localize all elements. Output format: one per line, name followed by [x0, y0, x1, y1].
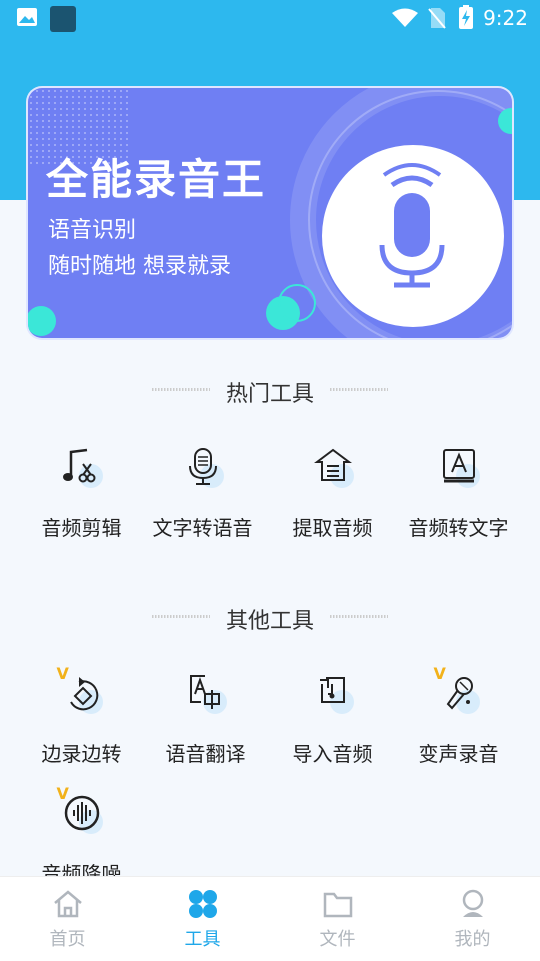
import-audio-icon: [319, 677, 345, 703]
record-convert-icon: [69, 677, 98, 711]
section-divider: [330, 615, 388, 618]
nav-profile[interactable]: 我的: [405, 877, 540, 961]
section-divider: [330, 388, 388, 391]
wifi-icon: [392, 8, 418, 27]
voice-change-icon: [446, 677, 473, 710]
tool-label: 提取音频: [292, 516, 373, 540]
banner-decoration: [28, 306, 56, 336]
microphone-icon: [379, 163, 445, 288]
nav-label: 首页: [49, 929, 86, 950]
text-a-icon: [442, 449, 475, 483]
banner-decoration: [278, 284, 316, 322]
tool-label: 音频转文字: [408, 516, 509, 540]
tool-voice-change[interactable]: V 变声录音: [391, 664, 526, 767]
tool-noise-reduction[interactable]: V 音频降噪: [14, 784, 149, 887]
tool-label: 音频剪辑: [41, 516, 122, 540]
banner-title: 全能录音王: [46, 155, 267, 204]
nav-label: 工具: [184, 929, 221, 950]
tools-grid-icon: [188, 890, 217, 918]
tool-record-convert[interactable]: V 边录边转: [14, 664, 149, 767]
extract-audio-icon: [313, 448, 352, 481]
tool-voice-translate[interactable]: 语音翻译: [138, 666, 273, 767]
folder-icon: [323, 892, 352, 918]
battery-charging-icon: [459, 5, 473, 29]
tool-text-to-speech[interactable]: 文字转语音: [135, 440, 270, 541]
nav-home[interactable]: 首页: [0, 877, 135, 961]
noise-reduction-icon: [64, 795, 99, 831]
status-bar: 9:22: [0, 0, 540, 36]
tool-extract-audio[interactable]: 提取音频: [265, 440, 400, 541]
banner-subtitle: 语音识别: [48, 218, 137, 243]
nav-label: 我的: [454, 929, 491, 950]
promo-banner[interactable]: 全能录音王 语音识别 随时随地 想录就录: [28, 88, 512, 338]
tool-label: 导入音频: [292, 742, 373, 766]
tool-label: 边录边转: [41, 742, 122, 766]
section-title-other: 其他工具: [225, 609, 314, 634]
home-icon: [53, 890, 82, 918]
banner-tagline: 随时随地 想录就录: [48, 254, 231, 279]
image-icon: [17, 8, 37, 26]
music-scissors-icon: [62, 448, 95, 483]
microphone-icon: [188, 448, 217, 485]
translate-icon: [189, 675, 220, 709]
tool-label: 变声录音: [418, 742, 499, 766]
nav-label: 文件: [319, 929, 356, 950]
profile-icon: [462, 889, 483, 917]
tool-label: 文字转语音: [152, 516, 253, 540]
banner-mic-circle: [322, 145, 504, 327]
app-icon: [50, 6, 76, 32]
bottom-nav: 首页 工具 文件 我的: [0, 876, 540, 961]
banner-pager: [254, 328, 286, 338]
tool-label: 语音翻译: [165, 742, 246, 766]
tool-audio-to-text[interactable]: 音频转文字: [391, 440, 526, 541]
section-title-hot: 热门工具: [225, 382, 314, 407]
nav-files[interactable]: 文件: [270, 877, 405, 961]
nav-tools[interactable]: 工具: [135, 877, 270, 961]
clock: 9:22: [483, 6, 528, 30]
tool-import-audio[interactable]: 导入音频: [265, 666, 400, 767]
no-sim-icon: [428, 8, 446, 29]
tool-audio-cut[interactable]: 音频剪辑: [14, 440, 149, 541]
